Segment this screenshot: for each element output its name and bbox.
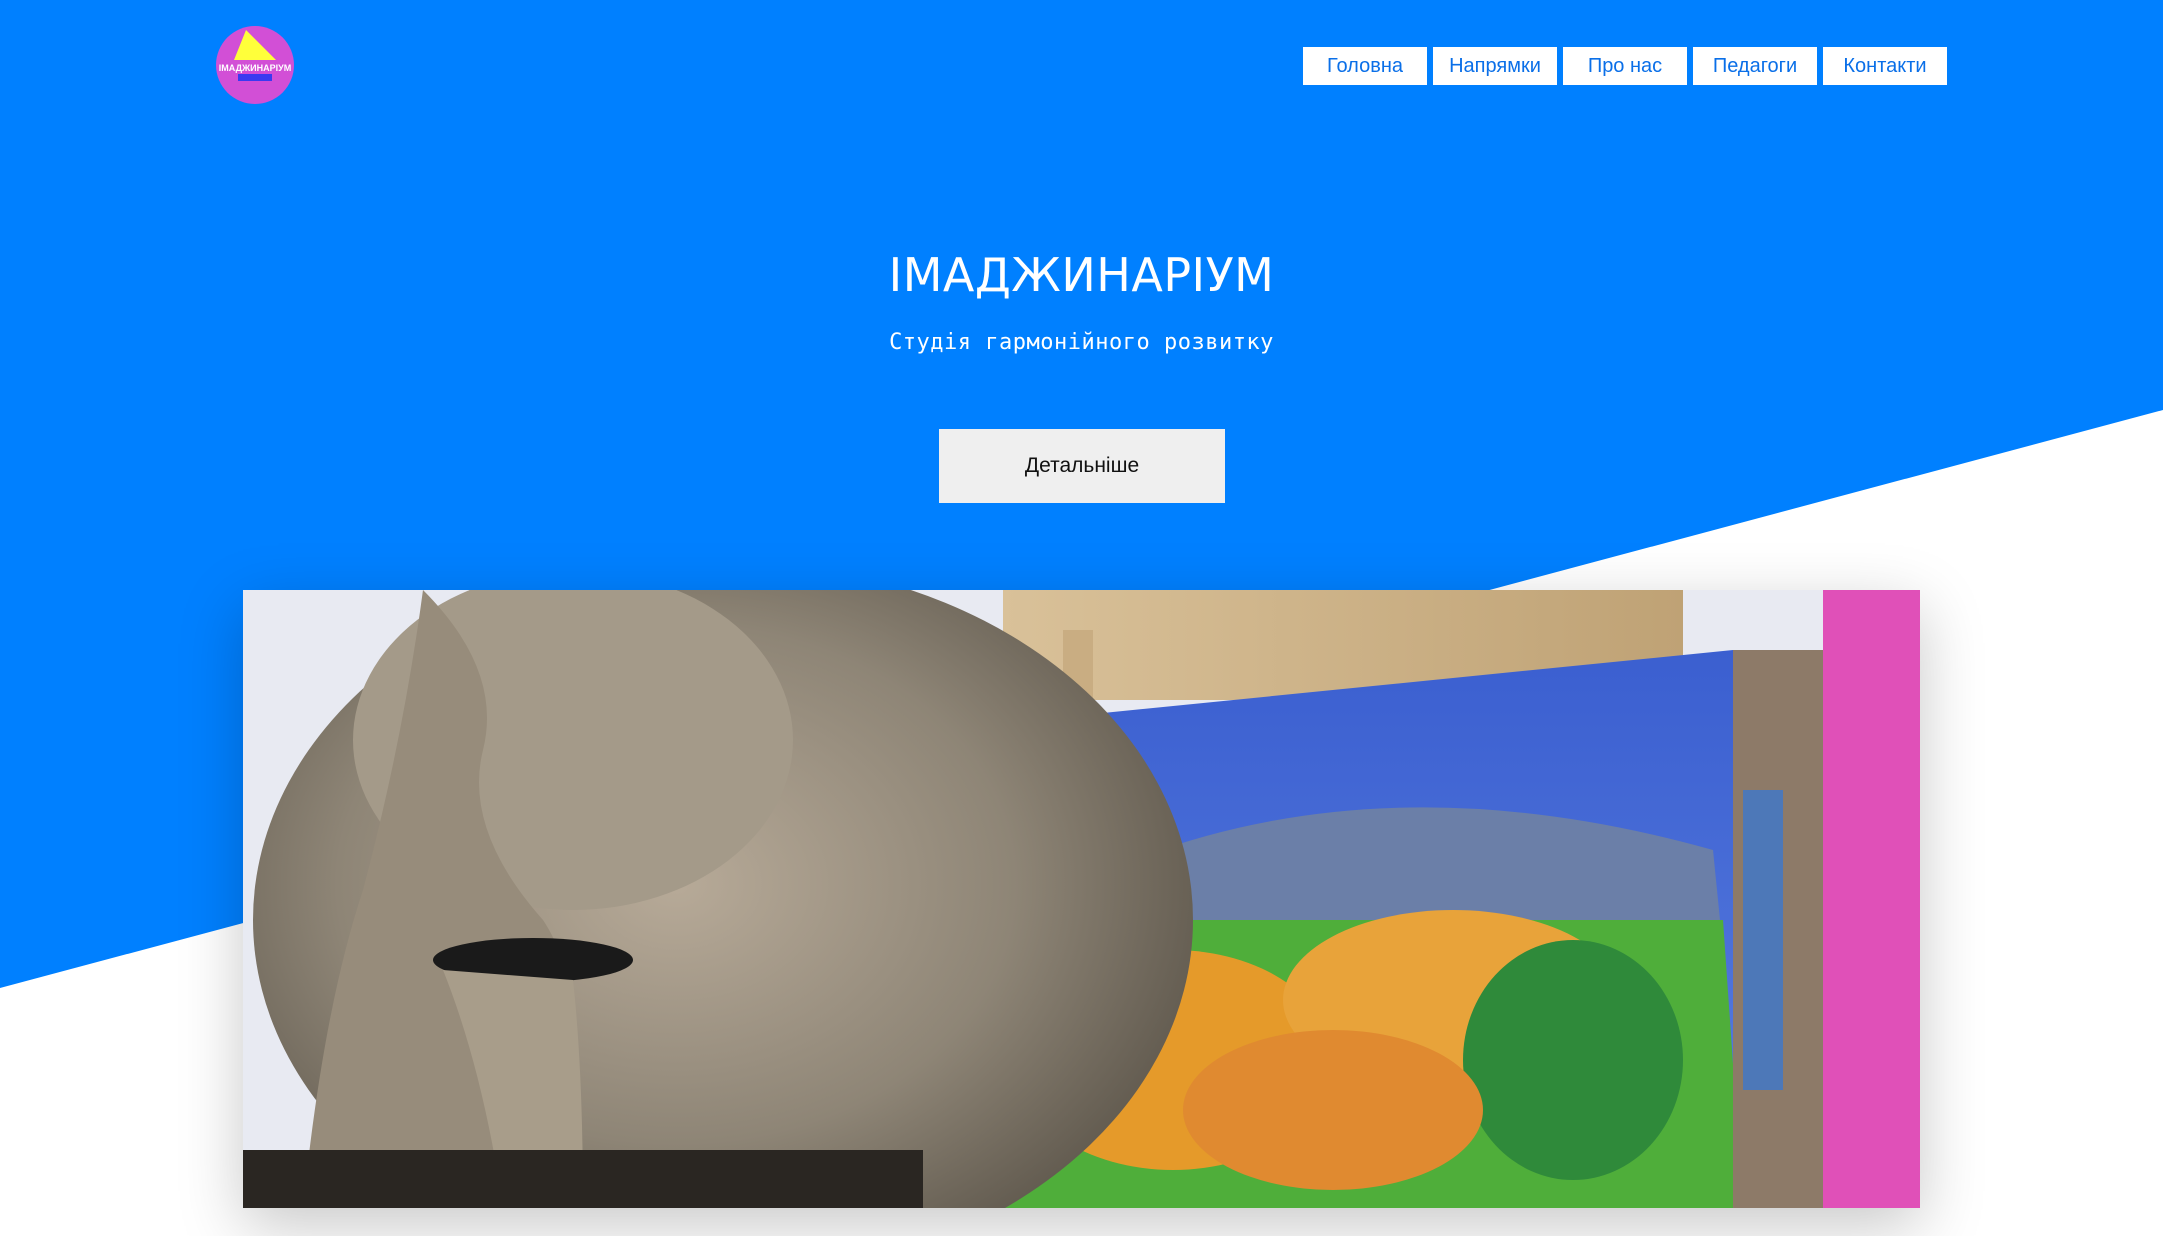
nav-item-directions[interactable]: Напрямки [1433,47,1557,85]
hero-image [243,590,1920,1208]
nav-item-about[interactable]: Про нас [1563,47,1687,85]
logo[interactable]: ІМАДЖИНАРІУМ [216,26,294,104]
page: ІМАДЖИНАРІУМ Головна Напрямки Про нас Пе… [0,0,2163,1236]
hero-title: ІМАДЖИНАРІУМ [888,248,1275,302]
logo-icon: ІМАДЖИНАРІУМ [216,26,294,104]
main-nav: Головна Напрямки Про нас Педагоги Контак… [1303,47,1947,85]
painting-photo-icon [243,590,1920,1208]
hero-subtitle: Студія гармонійного розвитку [889,330,1274,355]
nav-item-contacts[interactable]: Контакти [1823,47,1947,85]
nav-item-home[interactable]: Головна [1303,47,1427,85]
logo-text: ІМАДЖИНАРІУМ [219,63,291,73]
nav-item-teachers[interactable]: Педагоги [1693,47,1817,85]
details-button[interactable]: Детальніше [939,429,1225,503]
